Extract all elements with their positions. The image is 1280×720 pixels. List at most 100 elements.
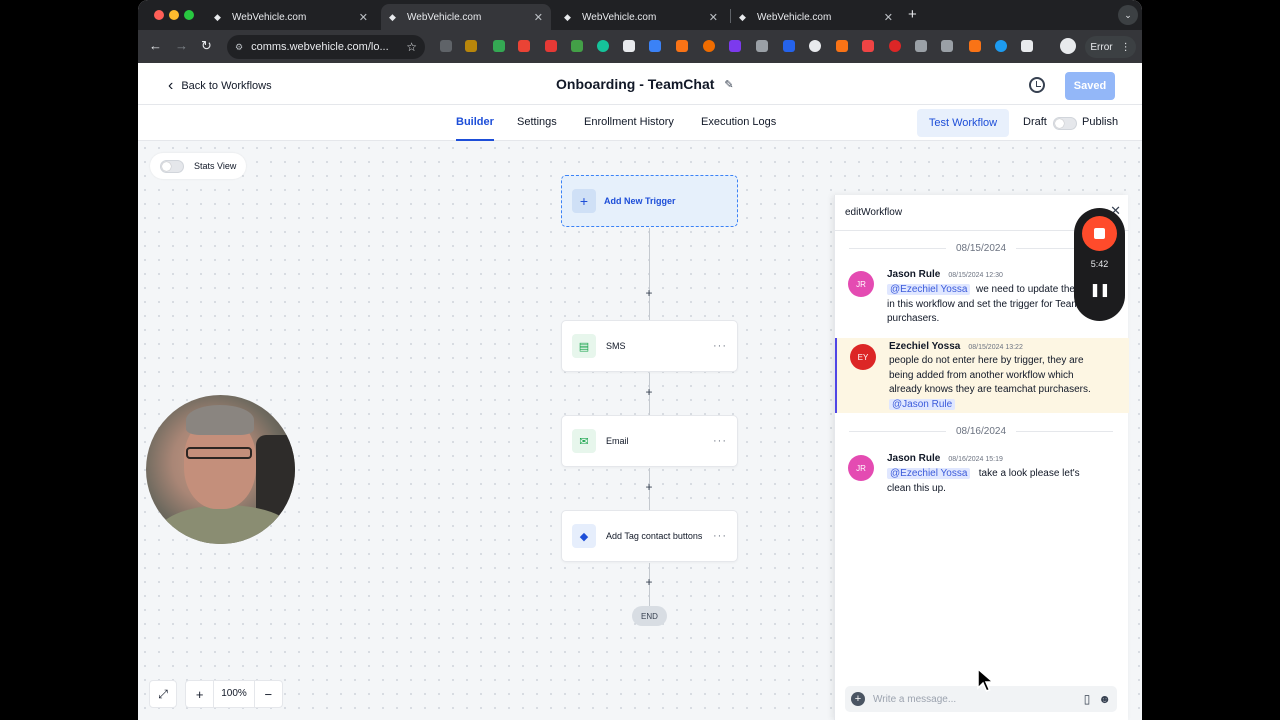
- tag-extension-icon[interactable]: [783, 40, 795, 52]
- zoom-out-icon[interactable]: −: [255, 687, 282, 702]
- url-text: comms.webvehicle.com/lo...: [251, 41, 389, 53]
- zoom-level: 100%: [213, 681, 255, 707]
- date-label: 08/15/2024: [955, 242, 1007, 254]
- publish-toggle[interactable]: [1053, 117, 1077, 130]
- back-arrow-icon[interactable]: ←: [149, 38, 162, 53]
- extension-icon[interactable]: [941, 40, 953, 52]
- plus-icon: +: [572, 189, 596, 213]
- more-options-icon[interactable]: ···: [713, 340, 727, 352]
- new-tab-icon[interactable]: +: [908, 6, 917, 23]
- extension-icon[interactable]: [889, 40, 901, 52]
- sms-action-node[interactable]: ▤ SMS ···: [561, 320, 738, 372]
- test-workflow-button[interactable]: Test Workflow: [917, 109, 1009, 137]
- more-options-icon[interactable]: ···: [713, 530, 727, 542]
- extension-icon[interactable]: [703, 40, 715, 52]
- pause-icon[interactable]: ❚❚: [1074, 282, 1125, 298]
- tab-enrollment-history[interactable]: Enrollment History: [584, 116, 674, 128]
- browser-tab[interactable]: ◆ WebVehicle.com ✕: [206, 4, 376, 30]
- tab-search-chevron-icon[interactable]: ⌄: [1118, 5, 1138, 25]
- extension-icon[interactable]: [440, 40, 452, 52]
- add-step-plus-icon[interactable]: +: [643, 575, 655, 589]
- extension-icon[interactable]: [518, 40, 530, 52]
- tag-icon: ◆: [572, 524, 596, 548]
- back-to-workflows-link[interactable]: ‹ Back to Workflows: [168, 77, 272, 95]
- fit-screen-icon[interactable]: ⤢: [149, 680, 177, 708]
- extension-icon[interactable]: [493, 40, 505, 52]
- download-icon[interactable]: [756, 40, 768, 52]
- chat-message: JR Jason Rule 08/16/2024 15:19 @Ezechiel …: [835, 451, 1129, 496]
- tab-builder[interactable]: Builder: [456, 116, 494, 141]
- edge-extension-icon[interactable]: [995, 40, 1007, 52]
- tab-settings[interactable]: Settings: [517, 116, 557, 128]
- add-tag-action-node[interactable]: ◆ Add Tag contact buttons ···: [561, 510, 738, 562]
- bookmark-star-icon[interactable]: ☆: [406, 40, 417, 54]
- zoom-in-icon[interactable]: +: [186, 687, 213, 702]
- close-tab-icon[interactable]: ✕: [884, 11, 893, 24]
- maximize-window-button[interactable]: [184, 10, 194, 20]
- add-attachment-icon[interactable]: +: [851, 692, 865, 706]
- stats-toggle-switch[interactable]: [160, 159, 184, 173]
- extension-icon[interactable]: [862, 40, 874, 52]
- browser-toolbar: ← → ↻ ⚙ comms.webvehicle.com/lo... ☆ Err…: [138, 30, 1142, 63]
- mention[interactable]: @Ezechiel Yossa: [887, 284, 971, 295]
- mention[interactable]: @Ezechiel Yossa: [887, 468, 971, 479]
- saved-button[interactable]: Saved: [1065, 72, 1115, 100]
- emoji-icon[interactable]: ☻: [1098, 692, 1111, 706]
- forward-arrow-icon[interactable]: →: [175, 38, 188, 53]
- extension-icon[interactable]: [676, 40, 688, 52]
- workflow-title: Onboarding - TeamChat ✎: [556, 76, 734, 92]
- extension-icon[interactable]: [465, 40, 477, 52]
- close-tab-icon[interactable]: ✕: [709, 11, 718, 24]
- extension-icon[interactable]: [729, 40, 741, 52]
- email-action-node[interactable]: ✉ Email ···: [561, 415, 738, 467]
- tab-execution-logs[interactable]: Execution Logs: [701, 116, 776, 128]
- stop-recording-button[interactable]: [1082, 216, 1117, 251]
- file-icon[interactable]: ▯: [1084, 692, 1091, 706]
- chat-title: editWorkflow: [845, 207, 903, 218]
- address-bar[interactable]: ⚙ comms.webvehicle.com/lo... ☆: [227, 35, 425, 59]
- recording-timer: 5:42: [1090, 259, 1109, 269]
- add-new-trigger-node[interactable]: + Add New Trigger: [561, 175, 738, 227]
- add-step-plus-icon[interactable]: +: [643, 385, 655, 399]
- extension-icon[interactable]: [969, 40, 981, 52]
- pdf-icon[interactable]: [649, 40, 661, 52]
- puzzle-icon[interactable]: [1021, 40, 1033, 52]
- browser-tab-active[interactable]: ◆ WebVehicle.com ✕: [381, 4, 551, 30]
- pencil-edit-icon[interactable]: ✎: [724, 78, 733, 91]
- error-label: Error: [1090, 41, 1113, 53]
- webcam-glasses: [186, 447, 252, 459]
- history-clock-icon[interactable]: [1029, 77, 1045, 93]
- rss-icon[interactable]: [836, 40, 848, 52]
- message-body: @Ezechiel Yossa take a look please let's…: [887, 468, 1080, 494]
- stats-view-toggle[interactable]: Stats View: [150, 153, 246, 179]
- avatar: EY: [850, 344, 876, 370]
- extension-icon[interactable]: [545, 40, 557, 52]
- extension-icon[interactable]: [571, 40, 583, 52]
- workflow-tabs: Builder Settings Enrollment History Exec…: [138, 105, 1142, 141]
- error-button[interactable]: Error ⋮: [1085, 36, 1136, 58]
- site-info-icon[interactable]: ⚙: [235, 42, 243, 53]
- browser-tab[interactable]: ◆ WebVehicle.com ✕: [731, 4, 901, 30]
- extension-icon[interactable]: [623, 40, 635, 52]
- magnifier-extension-icon[interactable]: [809, 40, 821, 52]
- close-tab-icon[interactable]: ✕: [534, 11, 543, 24]
- chevron-left-icon: ‹: [168, 77, 174, 94]
- draft-label: Draft: [1023, 116, 1047, 128]
- zoom-controls: ⤢ + 100% −: [149, 680, 283, 708]
- message-time: 08/15/2024 12:30: [948, 272, 1003, 279]
- mention[interactable]: @Jason Rule: [889, 398, 956, 410]
- more-options-icon[interactable]: ···: [713, 435, 727, 447]
- extension-icon[interactable]: [915, 40, 927, 52]
- message-input[interactable]: Write a message...: [873, 694, 1076, 705]
- close-window-button[interactable]: [154, 10, 164, 20]
- reload-icon[interactable]: ↻: [201, 38, 212, 54]
- chat-message-highlighted: EY Ezechiel Yossa 08/15/2024 13:22 people…: [835, 338, 1129, 413]
- minimize-window-button[interactable]: [169, 10, 179, 20]
- profile-avatar[interactable]: [1060, 38, 1076, 54]
- browser-tab[interactable]: ◆ WebVehicle.com ✕: [556, 4, 726, 30]
- close-tab-icon[interactable]: ✕: [359, 11, 368, 24]
- grammarly-icon[interactable]: [597, 40, 609, 52]
- add-step-plus-icon[interactable]: +: [643, 480, 655, 494]
- tab-title: WebVehicle.com: [582, 11, 657, 23]
- add-step-plus-icon[interactable]: +: [643, 286, 655, 300]
